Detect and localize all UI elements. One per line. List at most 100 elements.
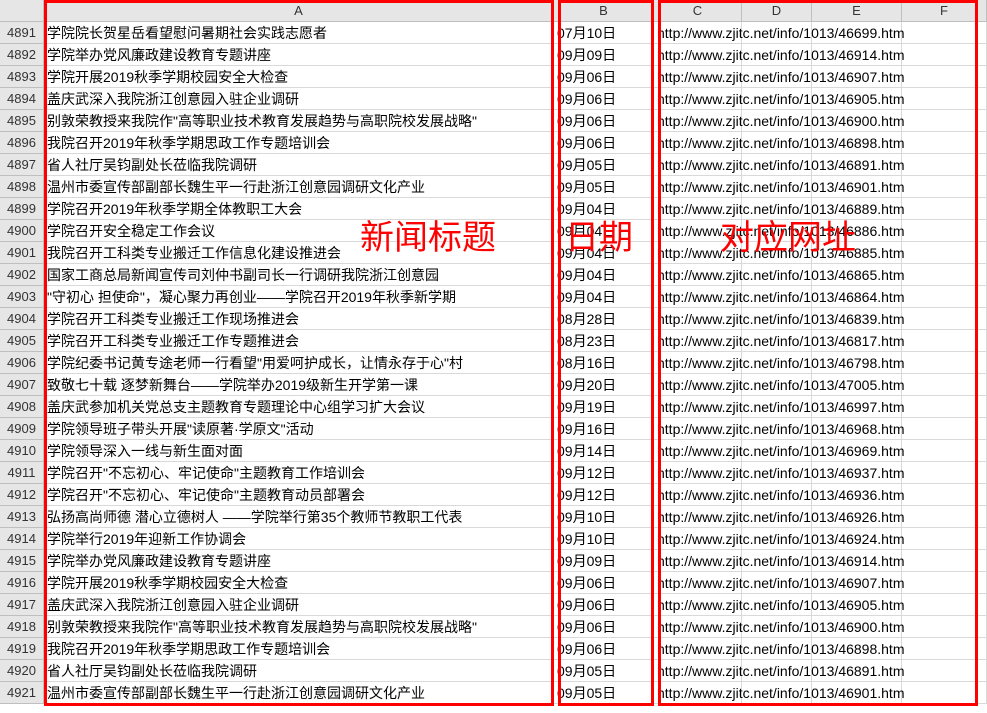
cell-empty[interactable] [902, 110, 987, 132]
row-header[interactable]: 4917 [0, 594, 44, 616]
cell-title[interactable]: 我院召开2019年秋季学期思政工作专题培训会 [44, 132, 554, 154]
cell-url[interactable]: http://www.zjitc.net/info/1013/46864.htm [654, 286, 742, 308]
cell-empty[interactable] [902, 616, 987, 638]
cell-empty[interactable] [902, 308, 987, 330]
cell-date[interactable]: 09月06日 [554, 594, 654, 616]
cell-empty[interactable] [902, 286, 987, 308]
row-header[interactable]: 4900 [0, 220, 44, 242]
row-header[interactable]: 4905 [0, 330, 44, 352]
row-header[interactable]: 4910 [0, 440, 44, 462]
cell-url[interactable]: http://www.zjitc.net/info/1013/46914.htm [654, 44, 742, 66]
cell-url[interactable]: http://www.zjitc.net/info/1013/46891.htm [654, 660, 742, 682]
cell-date[interactable]: 09月05日 [554, 176, 654, 198]
row-header[interactable]: 4899 [0, 198, 44, 220]
cell-empty[interactable] [902, 638, 987, 660]
cell-url[interactable]: http://www.zjitc.net/info/1013/46901.htm [654, 176, 742, 198]
cell-title[interactable]: 学院领导深入一线与新生面对面 [44, 440, 554, 462]
cell-date[interactable]: 09月06日 [554, 132, 654, 154]
cell-title[interactable]: 温州市委宣传部副部长魏生平一行赴浙江创意园调研文化产业 [44, 682, 554, 704]
cell-title[interactable]: 学院举办党风廉政建设教育专题讲座 [44, 44, 554, 66]
cell-url[interactable]: http://www.zjitc.net/info/1013/47005.htm [654, 374, 742, 396]
cell-title[interactable]: 盖庆武深入我院浙江创意园入驻企业调研 [44, 594, 554, 616]
cell-url[interactable]: http://www.zjitc.net/info/1013/46817.htm [654, 330, 742, 352]
cell-title[interactable]: 盖庆武参加机关党总支主题教育专题理论中心组学习扩大会议 [44, 396, 554, 418]
cell-empty[interactable] [902, 352, 987, 374]
cell-title[interactable]: 学院院长贺星岳看望慰问暑期社会实践志愿者 [44, 22, 554, 44]
cell-date[interactable]: 09月06日 [554, 66, 654, 88]
cell-url[interactable]: http://www.zjitc.net/info/1013/46926.htm [654, 506, 742, 528]
cell-url[interactable]: http://www.zjitc.net/info/1013/46907.htm [654, 66, 742, 88]
cell-date[interactable]: 08月23日 [554, 330, 654, 352]
cell-title[interactable]: 学院召开工科类专业搬迁工作专题推进会 [44, 330, 554, 352]
cell-title[interactable]: 盖庆武深入我院浙江创意园入驻企业调研 [44, 88, 554, 110]
cell-empty[interactable] [902, 220, 987, 242]
cell-empty[interactable] [902, 66, 987, 88]
cell-title[interactable]: 弘扬高尚师德 潜心立德树人 ——学院举行第35个教师节教职工代表 [44, 506, 554, 528]
select-all-corner[interactable] [0, 0, 44, 21]
cell-url[interactable]: http://www.zjitc.net/info/1013/46937.htm [654, 462, 742, 484]
cell-title[interactable]: 学院开展2019秋季学期校园安全大检查 [44, 572, 554, 594]
cell-url[interactable]: http://www.zjitc.net/info/1013/46901.htm [654, 682, 742, 704]
cell-date[interactable]: 09月12日 [554, 484, 654, 506]
cell-empty[interactable] [902, 176, 987, 198]
cell-date[interactable]: 09月19日 [554, 396, 654, 418]
row-header[interactable]: 4893 [0, 66, 44, 88]
row-header[interactable]: 4892 [0, 44, 44, 66]
cell-url[interactable]: http://www.zjitc.net/info/1013/46839.htm [654, 308, 742, 330]
row-header[interactable]: 4903 [0, 286, 44, 308]
cell-date[interactable]: 09月09日 [554, 44, 654, 66]
row-header[interactable]: 4911 [0, 462, 44, 484]
row-header[interactable]: 4915 [0, 550, 44, 572]
cell-title[interactable]: 国家工商总局新闻宣传司刘仲书副司长一行调研我院浙江创意园 [44, 264, 554, 286]
col-header-A[interactable]: A [44, 0, 554, 21]
col-header-E[interactable]: E [812, 0, 902, 21]
cell-date[interactable]: 09月16日 [554, 418, 654, 440]
cell-date[interactable]: 09月04日 [554, 286, 654, 308]
cell-title[interactable]: 学院举行2019年迎新工作协调会 [44, 528, 554, 550]
cell-title[interactable]: 学院领导班子带头开展"读原著·学原文"活动 [44, 418, 554, 440]
cell-title[interactable]: 学院举办党风廉政建设教育专题讲座 [44, 550, 554, 572]
cell-date[interactable]: 09月04日 [554, 198, 654, 220]
cell-date[interactable]: 09月20日 [554, 374, 654, 396]
cell-empty[interactable] [902, 22, 987, 44]
cell-date[interactable]: 09月04日 [554, 264, 654, 286]
cell-date[interactable]: 09月06日 [554, 110, 654, 132]
cell-empty[interactable] [902, 528, 987, 550]
cell-url[interactable]: http://www.zjitc.net/info/1013/46889.htm [654, 198, 742, 220]
cell-empty[interactable] [902, 484, 987, 506]
row-header[interactable]: 4904 [0, 308, 44, 330]
row-header[interactable]: 4919 [0, 638, 44, 660]
row-header[interactable]: 4895 [0, 110, 44, 132]
cell-url[interactable]: http://www.zjitc.net/info/1013/46699.htm [654, 22, 742, 44]
cell-url[interactable]: http://www.zjitc.net/info/1013/46898.htm [654, 132, 742, 154]
col-header-C[interactable]: C [654, 0, 742, 21]
cell-title[interactable]: 别敦荣教授来我院作"高等职业技术教育发展趋势与高职院校发展战略" [44, 110, 554, 132]
row-header[interactable]: 4918 [0, 616, 44, 638]
cell-empty[interactable] [902, 242, 987, 264]
cell-date[interactable]: 09月04日 [554, 220, 654, 242]
row-header[interactable]: 4902 [0, 264, 44, 286]
cell-title[interactable]: 学院召开2019年秋季学期全体教职工大会 [44, 198, 554, 220]
row-header[interactable]: 4908 [0, 396, 44, 418]
cell-url[interactable]: http://www.zjitc.net/info/1013/46969.htm [654, 440, 742, 462]
row-header[interactable]: 4897 [0, 154, 44, 176]
cell-title[interactable]: "守初心 担使命"，凝心聚力再创业——学院召开2019年秋季新学期 [44, 286, 554, 308]
cell-date[interactable]: 08月16日 [554, 352, 654, 374]
cell-date[interactable]: 09月10日 [554, 528, 654, 550]
cell-empty[interactable] [902, 88, 987, 110]
cell-empty[interactable] [902, 330, 987, 352]
cell-empty[interactable] [902, 440, 987, 462]
cell-title[interactable]: 致敬七十载 逐梦新舞台——学院举办2019级新生开学第一课 [44, 374, 554, 396]
cell-date[interactable]: 09月05日 [554, 682, 654, 704]
cell-date[interactable]: 09月06日 [554, 638, 654, 660]
cell-title[interactable]: 学院召开"不忘初心、牢记使命"主题教育动员部署会 [44, 484, 554, 506]
cell-empty[interactable] [902, 594, 987, 616]
cell-date[interactable]: 09月06日 [554, 616, 654, 638]
row-header[interactable]: 4914 [0, 528, 44, 550]
row-header[interactable]: 4920 [0, 660, 44, 682]
cell-empty[interactable] [902, 396, 987, 418]
cell-url[interactable]: http://www.zjitc.net/info/1013/46914.htm [654, 550, 742, 572]
cell-url[interactable]: http://www.zjitc.net/info/1013/46865.htm [654, 264, 742, 286]
cell-title[interactable]: 温州市委宣传部副部长魏生平一行赴浙江创意园调研文化产业 [44, 176, 554, 198]
cell-empty[interactable] [902, 506, 987, 528]
